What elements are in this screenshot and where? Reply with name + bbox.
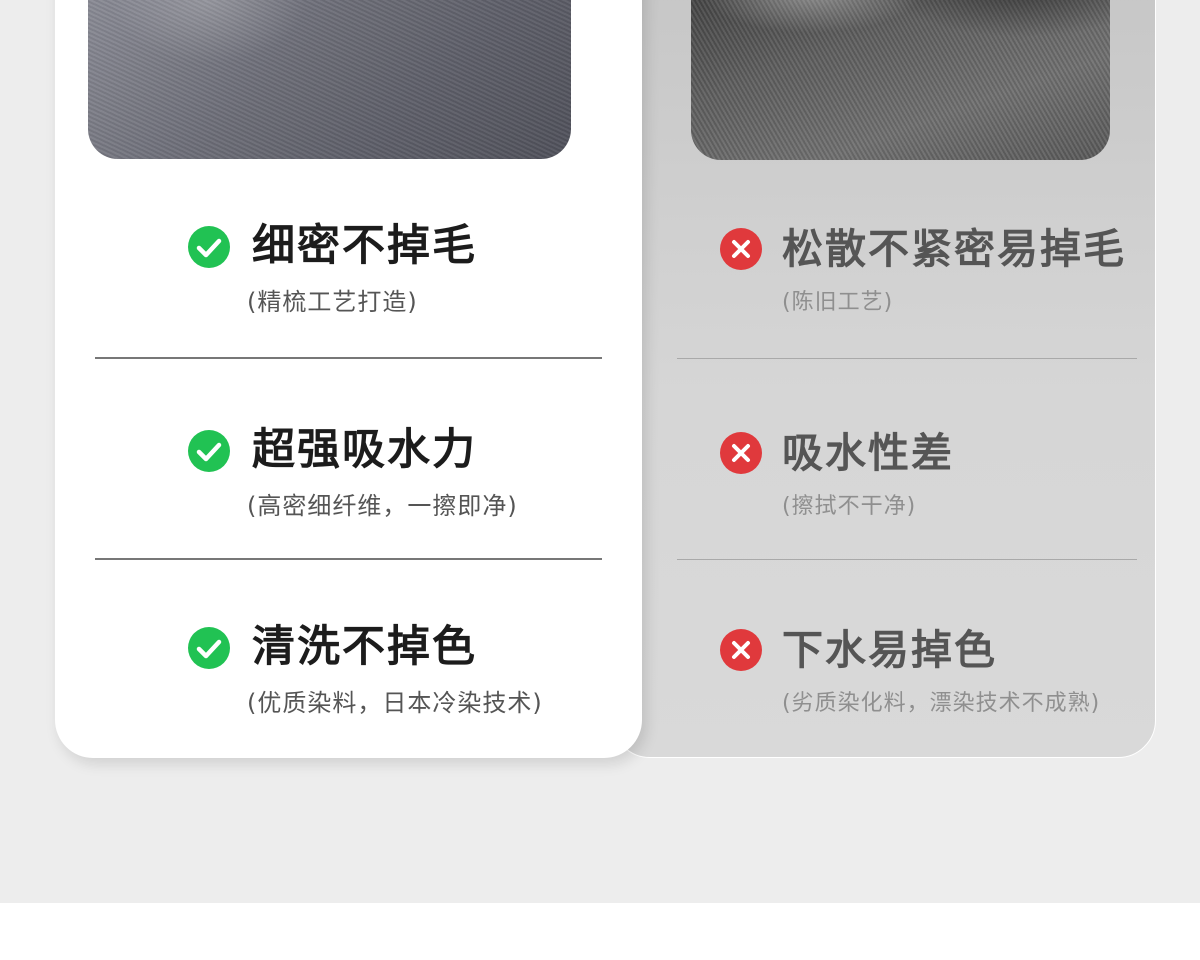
check-circle-icon [188, 225, 230, 268]
x-circle-icon [720, 228, 762, 270]
x-circle-icon [720, 432, 762, 474]
good-item-title: 清洗不掉色 [252, 622, 477, 672]
inferior-product-card: 松散不紧密易掉毛 (陈旧工艺) 吸水性差 (擦拭不干净) 下水易掉色 (劣质染化… [612, 0, 1156, 758]
bad-item-2: 吸水性差 (擦拭不干净) [720, 432, 954, 520]
divider [677, 358, 1137, 359]
x-circle-icon [720, 629, 762, 671]
bad-item-title: 下水易掉色 [782, 625, 997, 674]
bad-item-1: 松散不紧密易掉毛 (陈旧工艺) [720, 228, 1126, 316]
divider [677, 559, 1137, 560]
good-item-title: 超强吸水力 [252, 425, 477, 475]
bottom-background [0, 903, 1200, 960]
good-item-1: 细密不掉毛 (精梳工艺打造) [188, 225, 477, 317]
good-item-3: 清洗不掉色 (优质染料，日本冷染技术) [188, 626, 543, 718]
bad-item-subtitle: (陈旧工艺) [782, 290, 894, 315]
bad-item-3: 下水易掉色 (劣质染化料，漂染技术不成熟) [720, 629, 1100, 717]
check-circle-icon [188, 429, 230, 472]
bad-item-subtitle: (擦拭不干净) [782, 494, 917, 519]
good-item-subtitle: (高密细纤维，一擦即净) [247, 492, 518, 520]
quality-product-card: 细密不掉毛 (精梳工艺打造) 超强吸水力 (高密细纤维，一擦即净) 清洗不掉色 … [55, 0, 642, 758]
bad-item-title: 吸水性差 [782, 428, 954, 477]
divider [95, 558, 602, 560]
inferior-towel-photo [691, 0, 1110, 160]
bad-item-title: 松散不紧密易掉毛 [782, 224, 1126, 273]
good-item-2: 超强吸水力 (高密细纤维，一擦即净) [188, 429, 518, 521]
good-item-title: 细密不掉毛 [252, 221, 477, 271]
bad-item-subtitle: (劣质染化料，漂染技术不成熟) [782, 691, 1101, 716]
good-item-subtitle: (优质染料，日本冷染技术) [247, 689, 543, 717]
good-item-subtitle: (精梳工艺打造) [247, 288, 418, 316]
check-circle-icon [188, 626, 230, 669]
quality-towel-photo [88, 0, 571, 159]
divider [95, 357, 602, 359]
